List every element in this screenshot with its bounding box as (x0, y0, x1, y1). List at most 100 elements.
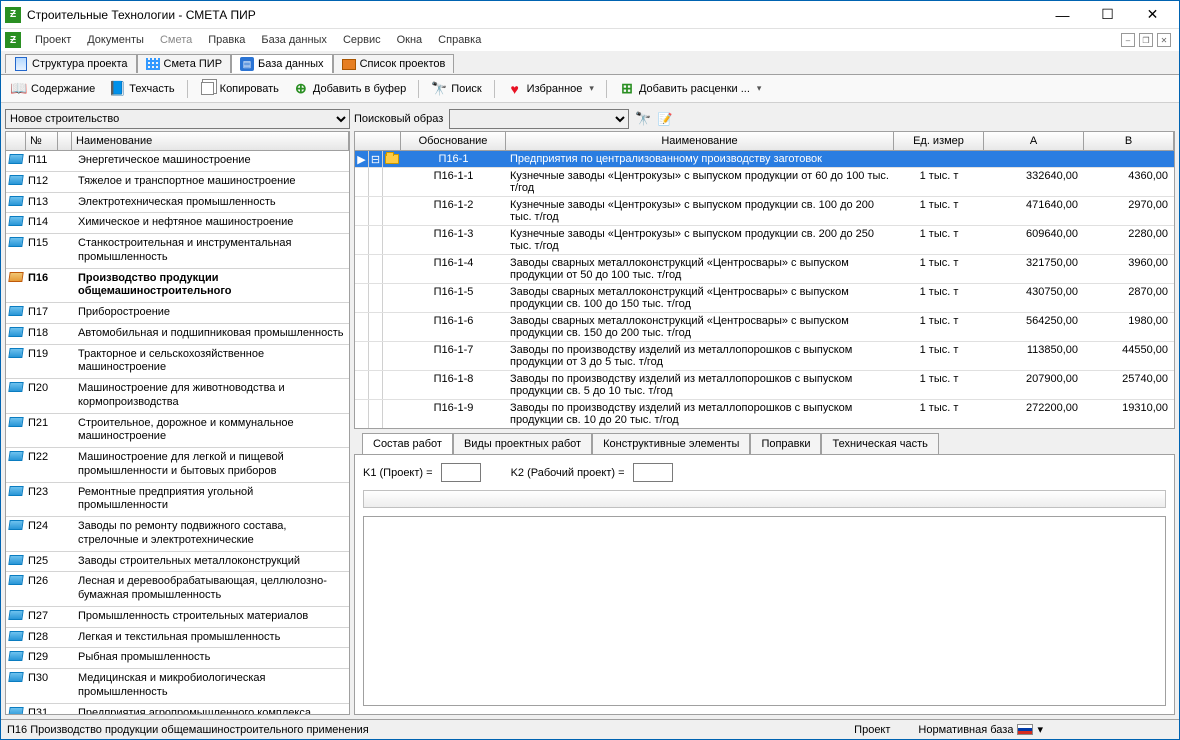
menu-проект[interactable]: Проект (27, 32, 79, 48)
left-row-П20[interactable]: П20Машиностроение для животноводства и к… (6, 379, 349, 414)
menu-окна[interactable]: Окна (389, 32, 431, 48)
book-icon (6, 269, 26, 303)
col-unit[interactable]: Ед. измер (894, 132, 984, 150)
left-row-П11[interactable]: П11Энергетическое машиностроение (6, 151, 349, 172)
book-icon (6, 648, 26, 668)
detail-tab-0[interactable]: Состав работ (362, 433, 453, 454)
left-row-П22[interactable]: П22Машиностроение для легкой и пищевой п… (6, 448, 349, 483)
left-row-П16[interactable]: П16Производство продукции общемашиностро… (6, 269, 349, 304)
row-no: П23 (26, 483, 74, 517)
category-combo[interactable]: Новое строительство (5, 109, 350, 129)
mdi-close-button[interactable]: ✕ (1157, 33, 1171, 47)
close-button[interactable]: ✕ (1130, 3, 1175, 27)
add-rates-button[interactable]: ⊞Добавить расценки ... (615, 79, 766, 99)
col-name[interactable]: Наименование (72, 132, 349, 150)
book-icon (6, 483, 26, 517)
right-row-П16-1-8[interactable]: П16-1-8Заводы по производству изделий из… (355, 371, 1174, 400)
left-row-П23[interactable]: П23Ремонтные предприятия угольной промыш… (6, 483, 349, 518)
detail-tab-2[interactable]: Конструктивные элементы (592, 433, 750, 454)
detail-tab-1[interactable]: Виды проектных работ (453, 433, 592, 454)
k2-input[interactable] (633, 463, 673, 482)
left-row-П21[interactable]: П21Строительное, дорожное и коммунальное… (6, 414, 349, 449)
left-grid[interactable]: П11Энергетическое машиностроениеП12Тяжел… (5, 150, 350, 715)
col-code[interactable]: Обоснование (401, 132, 506, 150)
left-row-П12[interactable]: П12Тяжелое и транспортное машиностроение (6, 172, 349, 193)
binoculars-icon[interactable]: 🔭 (635, 111, 651, 127)
detail-tab-4[interactable]: Техническая часть (821, 433, 938, 454)
book-icon (6, 193, 26, 213)
techpart-button[interactable]: 📘Техчасть (105, 79, 178, 99)
status-norm-base[interactable]: Нормативная база ▾ (910, 723, 1051, 736)
col-sort[interactable] (58, 132, 72, 150)
right-row-П16-1-6[interactable]: П16-1-6Заводы сварных металлоконструкций… (355, 313, 1174, 342)
cell-name: Заводы сварных металлоконструкций «Центр… (506, 284, 894, 312)
left-row-П25[interactable]: П25Заводы строительных металлоконструкци… (6, 552, 349, 573)
right-row-П16-1-7[interactable]: П16-1-7Заводы по производству изделий из… (355, 342, 1174, 371)
menu-справка[interactable]: Справка (430, 32, 489, 48)
col-a[interactable]: A (984, 132, 1084, 150)
left-row-П30[interactable]: П30Медицинская и микробиологическая пром… (6, 669, 349, 704)
right-row-П16-1-2[interactable]: П16-1-2Кузнечные заводы «Центрокузы» с в… (355, 197, 1174, 226)
cell-a: 113850,00 (984, 342, 1084, 370)
minimize-button[interactable]: — (1040, 3, 1085, 27)
row-name: Приборостроение (74, 303, 349, 323)
copy-button[interactable]: Копировать (196, 79, 283, 99)
left-row-П13[interactable]: П13Электротехническая промышленность (6, 193, 349, 214)
content-button[interactable]: 📖Содержание (7, 79, 99, 99)
expand-icon[interactable]: ⊟ (369, 151, 383, 167)
menu-документы[interactable]: Документы (79, 32, 152, 48)
tab-0[interactable]: Структура проекта (5, 54, 137, 73)
menu-сервис[interactable]: Сервис (335, 32, 389, 48)
cell-code: П16-1-6 (401, 313, 506, 341)
mdi-restore-button[interactable]: ❐ (1139, 33, 1153, 47)
menubar: Ƶ ПроектДокументыСметаПравкаБаза данныхС… (1, 29, 1179, 51)
left-row-П29[interactable]: П29Рыбная промышленность (6, 648, 349, 669)
col-name[interactable]: Наименование (506, 132, 894, 150)
expand-icon (369, 313, 383, 341)
k1-input[interactable] (441, 463, 481, 482)
book-icon (6, 324, 26, 344)
left-row-П14[interactable]: П14Химическое и нефтяное машиностроение (6, 213, 349, 234)
right-grid-body[interactable]: ▶⊟П16-1Предприятия по централизованному … (355, 151, 1174, 428)
row-no: П21 (26, 414, 74, 448)
status-text: П16 Производство продукции общемашиностр… (7, 724, 834, 736)
right-row-П16-1-3[interactable]: П16-1-3Кузнечные заводы «Центрокузы» с в… (355, 226, 1174, 255)
tab-1[interactable]: Смета ПИР (137, 54, 232, 73)
row-name: Автомобильная и подшипниковая промышленн… (74, 324, 349, 344)
tab-2[interactable]: ▤База данных (231, 54, 333, 73)
row-name: Предприятия агропромышленного комплекса (74, 704, 349, 716)
detail-tab-3[interactable]: Поправки (750, 433, 821, 454)
search-combo[interactable] (449, 109, 629, 129)
favorites-button[interactable]: ♥Избранное (503, 79, 598, 99)
left-row-П28[interactable]: П28Легкая и текстильная промышленность (6, 628, 349, 649)
right-row-П16-1-9[interactable]: П16-1-9Заводы по производству изделий из… (355, 400, 1174, 428)
left-row-П26[interactable]: П26Лесная и деревообрабатывающая, целлюл… (6, 572, 349, 607)
row-no: П19 (26, 345, 74, 379)
left-row-П19[interactable]: П19Тракторное и сельскохозяйственное маш… (6, 345, 349, 380)
left-row-П24[interactable]: П24Заводы по ремонту подвижного состава,… (6, 517, 349, 552)
clear-search-icon[interactable]: 📝 (657, 111, 673, 127)
left-row-П18[interactable]: П18Автомобильная и подшипниковая промышл… (6, 324, 349, 345)
col-b[interactable]: B (1084, 132, 1174, 150)
left-row-П15[interactable]: П15Станкостроительная и инструментальная… (6, 234, 349, 269)
maximize-button[interactable]: ☐ (1085, 3, 1130, 27)
detail-memo[interactable] (363, 516, 1166, 706)
left-row-П31[interactable]: П31Предприятия агропромышленного комплек… (6, 704, 349, 716)
right-row-П16-1-5[interactable]: П16-1-5Заводы сварных металлоконструкций… (355, 284, 1174, 313)
menu-правка[interactable]: Правка (200, 32, 253, 48)
tab-icon (342, 58, 356, 70)
menu-база данных[interactable]: База данных (253, 32, 335, 48)
right-row-П16-1-4[interactable]: П16-1-4Заводы сварных металлоконструкций… (355, 255, 1174, 284)
cell-code: П16-1-5 (401, 284, 506, 312)
row-marker-icon (355, 168, 369, 196)
left-row-П27[interactable]: П27Промышленность строительных материало… (6, 607, 349, 628)
tab-3[interactable]: Список проектов (333, 54, 455, 73)
mdi-minimize-button[interactable]: – (1121, 33, 1135, 47)
left-row-П17[interactable]: П17Приборостроение (6, 303, 349, 324)
cell-b: 25740,00 (1084, 371, 1174, 399)
right-row-П16-1-1[interactable]: П16-1-1Кузнечные заводы «Центрокузы» с в… (355, 168, 1174, 197)
find-button[interactable]: 🔭Поиск (427, 79, 485, 99)
add-to-buffer-button[interactable]: ⊕Добавить в буфер (289, 79, 410, 99)
right-row-П16-1[interactable]: ▶⊟П16-1Предприятия по централизованному … (355, 151, 1174, 168)
col-no[interactable]: № (26, 132, 58, 150)
